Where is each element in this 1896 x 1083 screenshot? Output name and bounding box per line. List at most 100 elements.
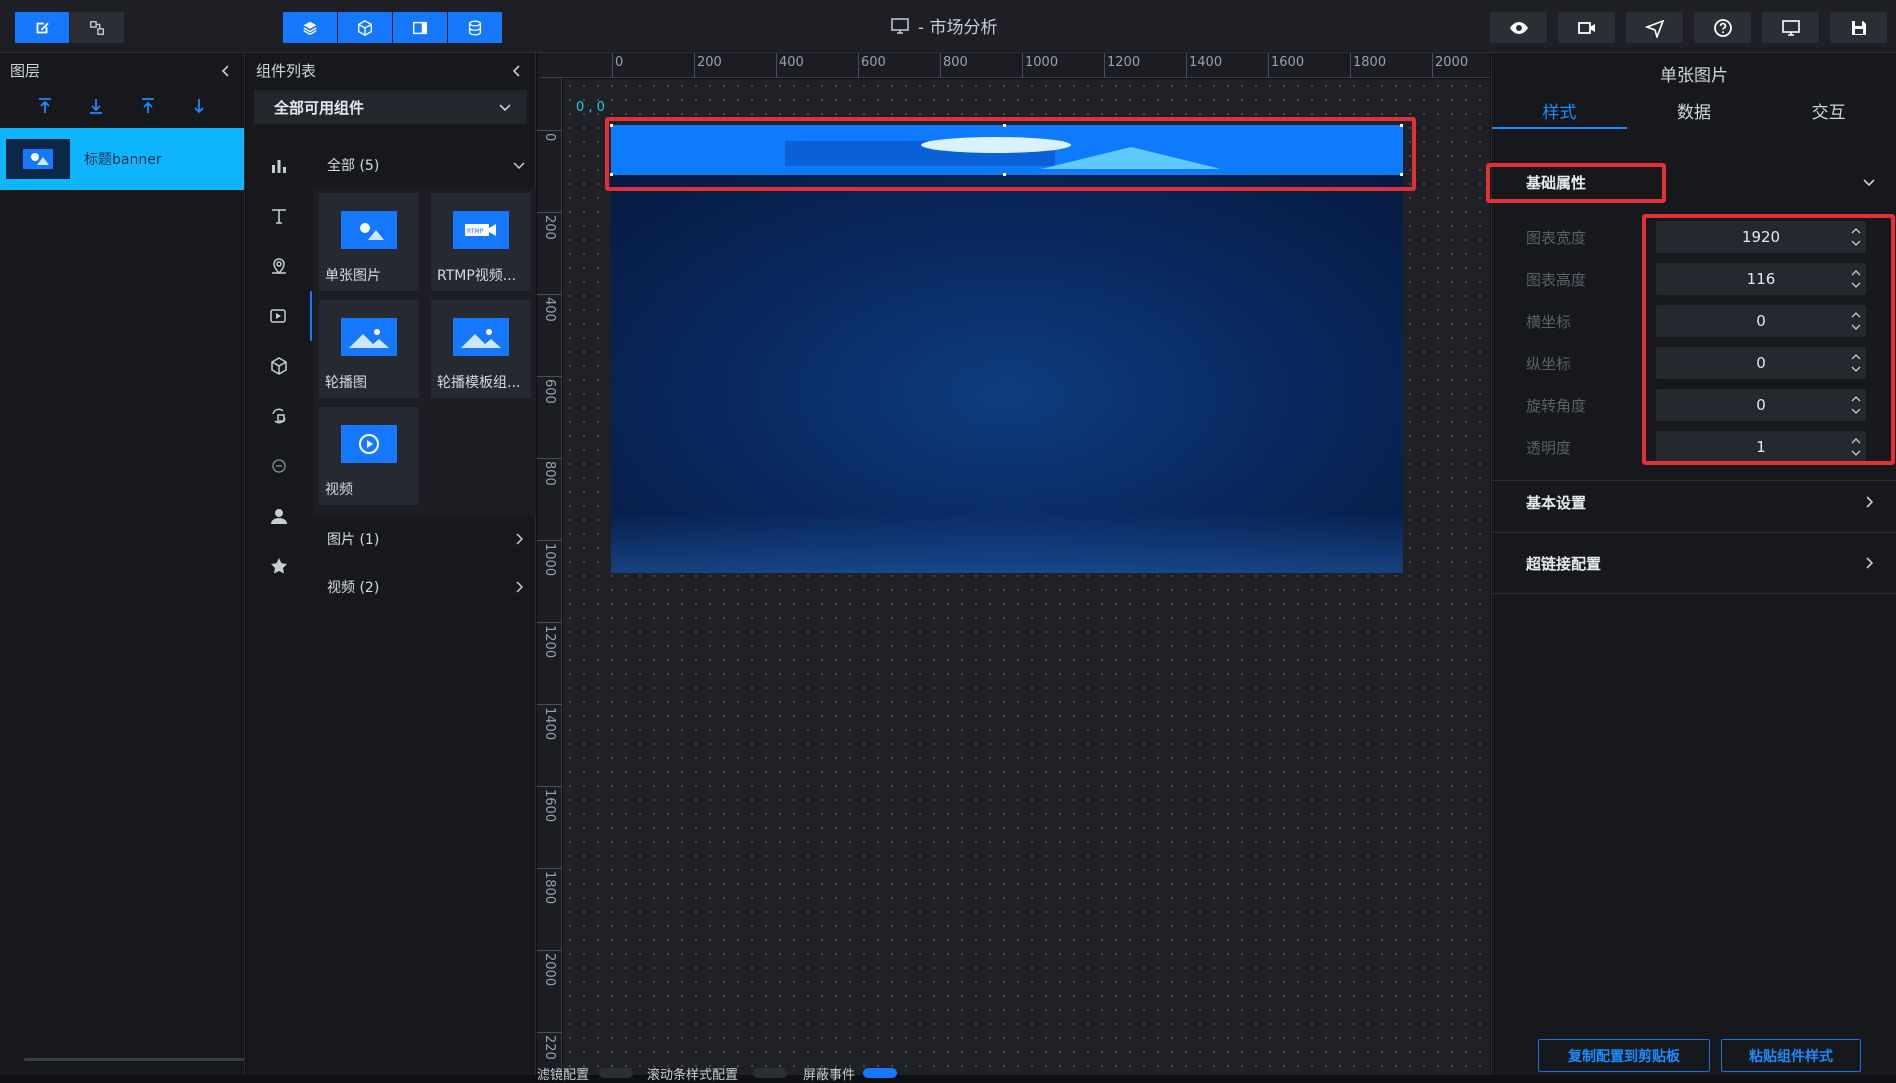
ruler-label: 1200 <box>1107 55 1141 70</box>
category-chart[interactable] <box>246 141 312 191</box>
ruler-label: 1000 <box>1025 55 1059 70</box>
ruler-horizontal: 0 200 400 600 800 1000 1200 1400 1600 1800 2000 <box>540 53 1490 78</box>
divider <box>1492 480 1896 481</box>
origin-label: 0 , 0 <box>576 100 605 115</box>
category-interaction[interactable] <box>246 391 312 441</box>
ruler-label: 1200 <box>542 625 557 659</box>
mode-switch <box>15 12 125 43</box>
move-to-top-icon[interactable] <box>35 96 55 116</box>
copy-config-button[interactable]: 复制配置到剪贴板 <box>1538 1039 1710 1072</box>
panel-button[interactable] <box>393 12 448 43</box>
fields-highlight-box <box>1642 214 1895 465</box>
category-3d[interactable] <box>246 341 312 391</box>
move-to-bottom-icon[interactable] <box>86 96 106 116</box>
component-filter-value: 全部可用组件 <box>274 98 365 117</box>
component-card-rtmp-video[interactable]: RTMP RTMP视频... <box>431 193 531 291</box>
category-media[interactable] <box>246 291 312 341</box>
video-camera-icon <box>1577 21 1595 34</box>
database-button[interactable] <box>448 12 503 43</box>
publish-button[interactable] <box>1626 12 1683 43</box>
category-other[interactable] <box>246 441 312 491</box>
chevron-right-icon <box>516 533 524 545</box>
bar-chart-icon <box>272 160 286 173</box>
section-hyperlink-config[interactable]: 超链接配置 <box>1492 543 1896 583</box>
landscape-icon <box>349 329 389 348</box>
group-label: 全部 (5) <box>327 158 380 174</box>
layers-button[interactable] <box>283 12 338 43</box>
rtmp-thumbnail: RTMP <box>453 211 509 249</box>
ruler-tick <box>537 130 562 131</box>
category-user[interactable] <box>246 491 312 541</box>
tab-interaction[interactable]: 交互 <box>1761 93 1896 129</box>
section-label: 基本设置 <box>1526 493 1587 512</box>
layer-item[interactable]: 标题banner <box>0 128 244 190</box>
ruler-tick <box>537 212 562 213</box>
section-basic-settings[interactable]: 基本设置 <box>1492 482 1896 522</box>
component-filter-select[interactable]: 全部可用组件 <box>254 90 527 124</box>
tab-style[interactable]: 样式 <box>1492 93 1627 129</box>
save-icon <box>1851 20 1866 35</box>
preview-button[interactable] <box>1490 12 1547 43</box>
group-header-videos[interactable]: 视频 (2) <box>313 563 536 611</box>
component-card-single-image[interactable]: 单张图片 <box>319 193 419 291</box>
ruler-label: 600 <box>542 379 557 404</box>
save-button[interactable] <box>1830 12 1887 43</box>
category-favorite[interactable] <box>246 541 312 591</box>
screen-button[interactable] <box>1762 12 1819 43</box>
component-card-carousel[interactable]: 轮播图 <box>319 300 419 398</box>
collapse-left-icon[interactable] <box>509 63 525 79</box>
ruler-tick <box>1350 53 1351 78</box>
database-icon <box>468 20 482 35</box>
play-icon <box>359 434 379 454</box>
tab-data[interactable]: 数据 <box>1627 93 1762 129</box>
ruler-tick <box>537 1032 562 1033</box>
properties-title: 单张图片 <box>1660 65 1728 86</box>
category-text[interactable] <box>246 191 312 241</box>
chevron-right-icon <box>1866 496 1874 508</box>
help-icon <box>1713 18 1732 37</box>
move-down-icon[interactable] <box>189 96 209 116</box>
component-grid: 单张图片 RTMP RTMP视频... 轮播图 轮播模板组... 视频 <box>313 189 536 515</box>
screen-background[interactable] <box>611 176 1403 573</box>
component-card-video[interactable]: 视频 <box>319 407 419 505</box>
user-icon <box>271 509 287 524</box>
ruler-tick <box>537 540 562 541</box>
layers-scrollbar[interactable] <box>24 1058 244 1061</box>
component-label: 视频 <box>325 482 353 498</box>
ruler-label: 800 <box>943 55 968 70</box>
collapse-left-icon[interactable] <box>218 63 234 79</box>
paste-style-button[interactable]: 粘贴组件样式 <box>1721 1039 1861 1072</box>
scroll-config-label: 滚动条样式配置 <box>647 1068 739 1083</box>
ruler-label: 1400 <box>542 707 557 741</box>
mask-toggle[interactable] <box>863 1068 897 1078</box>
group-header-all[interactable]: 全部 (5) <box>313 141 536 189</box>
flow-mode-button[interactable] <box>70 12 125 43</box>
chevron-right-icon <box>516 581 524 593</box>
ruler-label: 220 <box>542 1035 557 1060</box>
filter-toggle[interactable] <box>599 1068 633 1078</box>
category-map[interactable] <box>246 241 312 291</box>
eye-icon <box>1509 21 1528 34</box>
ruler-label: 2000 <box>1435 55 1469 70</box>
field-label: 图表高度 <box>1526 270 1587 289</box>
field-label: 横坐标 <box>1526 312 1572 331</box>
edit-mode-button[interactable] <box>15 12 70 43</box>
top-toolbar: - 市场分析 <box>0 0 1896 53</box>
components-panel: 组件列表 全部可用组件 全部 (5) 单张图片 RTMP RTMP视频... 轮… <box>246 53 536 1075</box>
ruler-label: 2000 <box>542 953 557 987</box>
scroll-toggle[interactable] <box>753 1068 787 1078</box>
move-up-icon[interactable] <box>138 96 158 116</box>
group-header-images[interactable]: 图片 (1) <box>313 515 536 563</box>
carousel-template-thumbnail <box>453 318 509 356</box>
component-button[interactable] <box>338 12 393 43</box>
properties-panel: 单张图片 样式 数据 交互 基础属性 图表宽度 1920 图表高度 116 横坐… <box>1486 53 1896 1075</box>
ruler-tick <box>537 294 562 295</box>
component-label: RTMP视频... <box>437 268 517 284</box>
help-button[interactable] <box>1694 12 1751 43</box>
component-card-carousel-template[interactable]: 轮播模板组... <box>431 300 531 398</box>
component-label: 轮播图 <box>325 375 367 391</box>
ruler-label: 1000 <box>542 543 557 577</box>
layers-panel: 图层 标题banner <box>0 53 245 1075</box>
record-button[interactable] <box>1558 12 1615 43</box>
view-switch <box>283 12 503 43</box>
